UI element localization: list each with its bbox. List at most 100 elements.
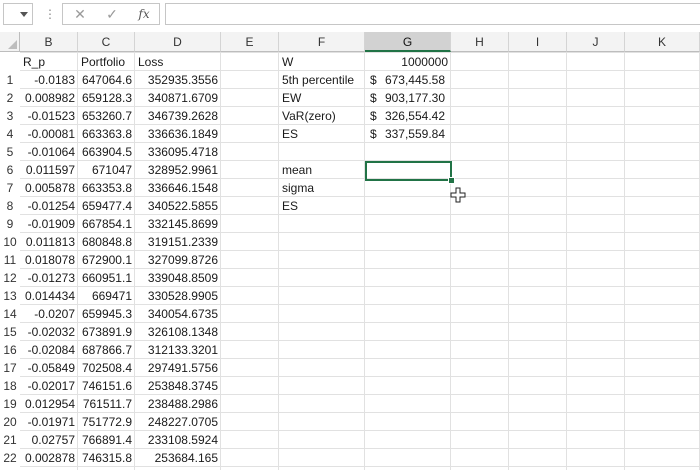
row-header[interactable]: 14 — [0, 305, 20, 323]
cell-loss[interactable]: 330528.9905 — [135, 287, 221, 305]
column-header-h[interactable]: H — [451, 32, 509, 52]
chevron-down-icon[interactable] — [20, 12, 28, 17]
row-header[interactable]: 17 — [0, 359, 20, 377]
summary-value[interactable]: $903,177.30 — [365, 89, 451, 107]
cell-loss[interactable]: 326108.1348 — [135, 323, 221, 341]
cell-portfolio[interactable]: 653260.7 — [78, 107, 135, 125]
cell-portfolio[interactable]: 673891.9 — [78, 323, 135, 341]
enter-icon[interactable]: ✓ — [99, 4, 125, 24]
cell-portfolio[interactable]: 671047 — [78, 161, 135, 179]
cell-r-p[interactable]: -0.01909 — [20, 215, 78, 233]
summary-value[interactable]: $326,554.42 — [365, 107, 451, 125]
cell-r-p[interactable]: -0.02017 — [20, 377, 78, 395]
summary-label[interactable]: W — [279, 53, 365, 71]
row-header[interactable]: 2 — [0, 89, 20, 107]
cell-loss[interactable]: 253848.3745 — [135, 377, 221, 395]
cell-r-p[interactable]: 0.011813 — [20, 233, 78, 251]
column-header-c[interactable]: C — [78, 32, 135, 52]
cell-portfolio[interactable]: 766891.4 — [78, 431, 135, 449]
column-header-i[interactable]: I — [509, 32, 567, 52]
cell-portfolio[interactable]: 702508.4 — [78, 359, 135, 377]
cell-loss[interactable]: 340054.6735 — [135, 305, 221, 323]
cell-portfolio[interactable]: 746151.6 — [78, 377, 135, 395]
cell-r-p[interactable]: -0.02084 — [20, 341, 78, 359]
cell-portfolio[interactable]: 672900.1 — [78, 251, 135, 269]
cell-loss[interactable]: 312133.3201 — [135, 341, 221, 359]
cell-r-p[interactable]: 0.008982 — [20, 89, 78, 107]
cell-loss[interactable]: 340871.6709 — [135, 89, 221, 107]
column-header-d[interactable]: D — [135, 32, 221, 52]
cell-r-p[interactable]: 0.018078 — [20, 251, 78, 269]
row-header[interactable]: 20 — [0, 413, 20, 431]
row-header[interactable]: 22 — [0, 449, 20, 467]
cell-portfolio[interactable]: 659477.4 — [78, 197, 135, 215]
cell-loss[interactable]: 248227.0705 — [135, 413, 221, 431]
cell-r-p[interactable]: 0.02757 — [20, 431, 78, 449]
cell-loss[interactable]: 327099.8726 — [135, 251, 221, 269]
row-header[interactable]: 15 — [0, 323, 20, 341]
cell-r-p[interactable]: 0.014434 — [20, 287, 78, 305]
row-header[interactable]: 1 — [0, 71, 20, 89]
cell-portfolio[interactable]: 659128.3 — [78, 89, 135, 107]
cell-loss[interactable]: 328952.9961 — [135, 161, 221, 179]
cell-portfolio[interactable]: 669471 — [78, 287, 135, 305]
column-header-j[interactable]: J — [567, 32, 625, 52]
column-header-g[interactable]: G — [365, 32, 451, 52]
stats-label[interactable]: mean — [279, 161, 365, 179]
more-options-icon[interactable]: ⋮ — [44, 4, 56, 24]
cell-loss[interactable]: 346739.2628 — [135, 107, 221, 125]
cell-r-p[interactable]: -0.0183 — [20, 71, 78, 89]
cell-r-p[interactable]: 0.012954 — [20, 395, 78, 413]
row-header[interactable]: 6 — [0, 161, 20, 179]
header-portfolio[interactable]: Portfolio — [78, 53, 135, 71]
cell-portfolio[interactable]: 680848.8 — [78, 233, 135, 251]
cell-r-p[interactable]: 0.011597 — [20, 161, 78, 179]
summary-value[interactable]: 1000000 — [365, 53, 451, 71]
row-header[interactable]: 9 — [0, 215, 20, 233]
cell-loss[interactable]: 336636.1849 — [135, 125, 221, 143]
column-header-f[interactable]: F — [279, 32, 365, 52]
row-header[interactable]: 12 — [0, 269, 20, 287]
column-header-e[interactable]: E — [221, 32, 279, 52]
row-header[interactable]: 19 — [0, 395, 20, 413]
summary-value[interactable]: $337,559.84 — [365, 125, 451, 143]
cell-r-p[interactable]: -0.01064 — [20, 143, 78, 161]
cell-loss[interactable]: 340522.5855 — [135, 197, 221, 215]
cell-portfolio[interactable]: 751772.9 — [78, 413, 135, 431]
row-header[interactable]: 18 — [0, 377, 20, 395]
summary-label[interactable]: 5th percentile — [279, 71, 365, 89]
formula-input[interactable] — [165, 3, 700, 25]
cell-portfolio[interactable]: 660951.1 — [78, 269, 135, 287]
insert-function-icon[interactable]: fx — [131, 4, 157, 24]
cell-portfolio[interactable]: 667854.1 — [78, 215, 135, 233]
cell-r-p[interactable]: -0.0207 — [20, 305, 78, 323]
cell-loss[interactable]: 332145.8699 — [135, 215, 221, 233]
row-header[interactable]: 5 — [0, 143, 20, 161]
row-header[interactable]: 16 — [0, 341, 20, 359]
cell-loss[interactable]: 336646.1548 — [135, 179, 221, 197]
row-header[interactable]: 11 — [0, 251, 20, 269]
header-loss[interactable]: Loss — [135, 53, 221, 71]
cell-portfolio[interactable]: 647064.6 — [78, 71, 135, 89]
cell-portfolio[interactable]: 663353.8 — [78, 179, 135, 197]
cell-portfolio[interactable]: 663363.8 — [78, 125, 135, 143]
row-header[interactable]: 3 — [0, 107, 20, 125]
cell-loss[interactable]: 319151.2339 — [135, 233, 221, 251]
cell-r-p[interactable]: -0.01273 — [20, 269, 78, 287]
cell-loss[interactable]: 352935.3556 — [135, 71, 221, 89]
cell-r-p[interactable]: -0.00081 — [20, 125, 78, 143]
cell-r-p[interactable]: -0.01523 — [20, 107, 78, 125]
cell-loss[interactable]: 336095.4718 — [135, 143, 221, 161]
row-header[interactable]: 10 — [0, 233, 20, 251]
row-header[interactable]: 8 — [0, 197, 20, 215]
cell-portfolio[interactable]: 659945.3 — [78, 305, 135, 323]
cell-r-p[interactable]: -0.01254 — [20, 197, 78, 215]
row-header[interactable]: 21 — [0, 431, 20, 449]
row-header[interactable]: 4 — [0, 125, 20, 143]
cell-loss[interactable]: 233108.5924 — [135, 431, 221, 449]
summary-label[interactable]: ES — [279, 125, 365, 143]
cancel-icon[interactable]: ✕ — [67, 4, 93, 24]
cell-r-p[interactable]: -0.02032 — [20, 323, 78, 341]
cell-portfolio[interactable]: 663904.5 — [78, 143, 135, 161]
row-header[interactable]: 7 — [0, 179, 20, 197]
